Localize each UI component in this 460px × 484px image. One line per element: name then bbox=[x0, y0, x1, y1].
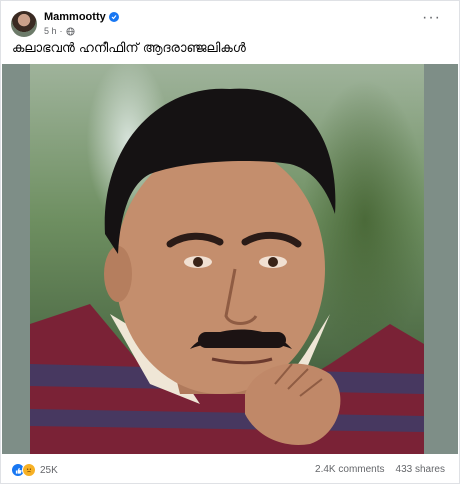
meta-separator: · bbox=[59, 26, 63, 36]
reaction-count: 25K bbox=[40, 464, 58, 476]
author-name-row: Mammootty bbox=[44, 11, 119, 23]
post-footer: 25K 2.4K comments 433 shares bbox=[1, 456, 459, 484]
post-card: Mammootty 5 h · ··· കലാഭവൻ ഹനീഫിന് ആദരാഞ… bbox=[0, 0, 460, 484]
more-options-icon[interactable]: ··· bbox=[422, 10, 441, 26]
verified-badge-icon bbox=[108, 12, 119, 22]
post-time[interactable]: 5 h bbox=[44, 26, 57, 36]
post-image[interactable] bbox=[2, 64, 458, 454]
engagement-stats: 2.4K comments 433 shares bbox=[315, 464, 445, 475]
portrait-illustration bbox=[30, 88, 424, 454]
shares-count-link[interactable]: 433 shares bbox=[396, 464, 445, 475]
comments-count-link[interactable]: 2.4K comments bbox=[315, 464, 384, 475]
sad-reaction-icon bbox=[22, 463, 36, 477]
author-name[interactable]: Mammootty bbox=[44, 11, 106, 23]
post-header: Mammootty 5 h · ··· bbox=[1, 1, 459, 39]
author-avatar[interactable] bbox=[11, 11, 37, 37]
post-meta: 5 h · bbox=[44, 26, 75, 36]
reactions-summary[interactable]: 25K bbox=[11, 463, 58, 477]
post-caption: കലാഭവൻ ഹനീഫിന് ആദരാഞ്ജലികൾ bbox=[12, 41, 246, 56]
post-photo bbox=[30, 64, 424, 454]
globe-icon bbox=[65, 26, 75, 36]
